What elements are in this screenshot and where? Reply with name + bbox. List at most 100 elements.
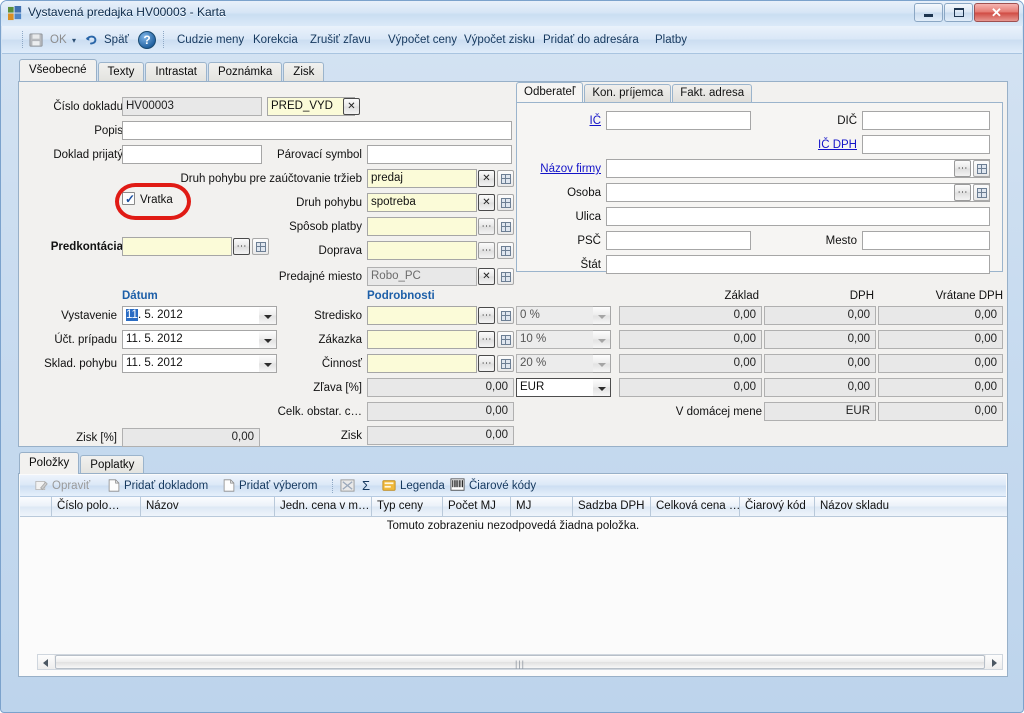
druh-pohybu-trzieb-clear-button[interactable]: ✕ [478,170,495,187]
sposob-platby-field[interactable] [367,217,477,236]
cinnost-ellipsis-button[interactable]: ⋯ [478,355,495,372]
sklad-pohybu-date-field[interactable]: 11. 5. 2012 [122,354,260,373]
back-button[interactable]: Späť [101,30,132,50]
stredisko-lookup-icon[interactable] [497,307,514,324]
uct-pripadu-date-field[interactable]: 11. 5. 2012 [122,330,260,349]
parovaci-symbol-field[interactable] [367,145,512,164]
druh-pohybu-lookup-icon[interactable] [497,194,514,211]
zakazka-ellipsis-button[interactable]: ⋯ [478,331,495,348]
column-header-nazov-skladu[interactable]: Názov skladu [815,497,1007,517]
zakazka-field[interactable] [367,330,477,349]
vat-rate-20-dropdown[interactable] [593,354,611,373]
predkontacia-lookup-icon[interactable] [252,238,269,255]
chevron-down-icon[interactable]: ▾ [72,36,76,45]
popis-field[interactable] [122,121,512,140]
stredisko-ellipsis-button[interactable]: ⋯ [478,307,495,324]
predajne-miesto-clear-button[interactable]: ✕ [478,268,495,285]
scrollbar-thumb[interactable]: ||| [55,655,985,669]
osoba-lookup-icon[interactable] [973,184,990,201]
tab-vseobecne[interactable]: Všeobecné [19,59,97,81]
ok-button[interactable]: OK [47,30,70,50]
osoba-ellipsis-button[interactable]: ⋯ [954,184,971,201]
stat-field[interactable] [606,255,990,274]
vystavenie-date-field[interactable]: 11. 5. 2012 [122,306,260,325]
tab-texty[interactable]: Texty [97,62,145,81]
druh-pohybu-field[interactable]: spotreba [367,193,477,212]
scroll-right-icon[interactable] [986,655,1002,669]
column-header-celkova-cena[interactable]: Celková cena … [651,497,740,517]
column-header-nazov[interactable]: Názov [141,497,275,517]
doprava-ellipsis-button[interactable]: ⋯ [478,242,495,259]
druh-pohybu-clear-button[interactable]: ✕ [478,194,495,211]
tab-poplatky[interactable]: Poplatky [80,455,145,474]
toolbar-cudzie-meny[interactable]: Cudzie meny [174,30,247,50]
zakazka-lookup-icon[interactable] [497,331,514,348]
tab-polozky[interactable]: Položky [19,452,80,474]
toolbar-platby[interactable]: Platby [652,30,690,50]
osoba-field[interactable] [606,183,990,202]
psc-field[interactable] [606,231,751,250]
nazov-firmy-ellipsis-button[interactable]: ⋯ [954,160,971,177]
label-ic[interactable]: IČ [517,114,602,128]
toolbar-vypocet-ceny[interactable]: Výpočet ceny [385,30,460,50]
cislo-dokladu-field[interactable]: HV00003 [122,97,262,116]
nazov-firmy-field[interactable] [606,159,990,178]
ulica-field[interactable] [606,207,990,226]
column-header-jedn-cena[interactable]: Jedn. cena v m… [275,497,372,517]
subtab-fakt-adresa[interactable]: Fakt. adresa [672,84,753,102]
cinnost-field[interactable] [367,354,477,373]
legenda-button[interactable]: Legenda [400,478,445,494]
column-header-ciarovy-kod[interactable]: Čiarový kód [740,497,815,517]
column-header-select[interactable] [20,497,52,517]
column-header-typ-ceny[interactable]: Typ ceny [372,497,443,517]
ciarove-kody-button[interactable]: Čiarové kódy [469,478,536,494]
druh-pohybu-trzieb-field[interactable]: predaj [367,169,477,188]
currency-dropdown-button[interactable] [593,378,611,397]
dic-field[interactable] [862,111,990,130]
pridat-vyberom-button[interactable]: Pridať výberom [239,478,317,494]
grid-horizontal-scrollbar[interactable]: ||| [37,654,1003,670]
column-header-mj[interactable]: MJ [511,497,573,517]
scroll-left-icon[interactable] [38,655,54,669]
ic-dph-field[interactable] [862,135,990,154]
predajne-miesto-field[interactable]: Robo_PC [367,267,477,286]
toolbar-zrusit-zlavu[interactable]: Zrušiť zľavu [307,30,374,50]
druh-pohybu-trzieb-lookup-icon[interactable] [497,170,514,187]
column-header-pocet-mj[interactable]: Počet MJ [443,497,511,517]
predkontacia-field[interactable] [122,237,232,256]
maximize-button[interactable] [944,3,973,22]
export-excel-icon[interactable] [340,478,355,493]
sum-icon[interactable]: Σ [362,478,370,494]
minimize-button[interactable] [914,3,943,22]
toolbar-vypocet-zisku[interactable]: Výpočet zisku [461,30,538,50]
sposob-platby-ellipsis-button[interactable]: ⋯ [478,218,495,235]
subtab-odberatel[interactable]: Odberateľ [516,82,584,102]
close-button[interactable]: ✕ [974,3,1019,22]
tab-intrastat[interactable]: Intrastat [145,62,207,81]
doprava-lookup-icon[interactable] [497,242,514,259]
cinnost-lookup-icon[interactable] [497,355,514,372]
nazov-firmy-lookup-icon[interactable] [973,160,990,177]
pridat-dokladom-button[interactable]: Pridať dokladom [124,478,208,494]
vat-rate-0-dropdown[interactable] [593,306,611,325]
tab-poznamka[interactable]: Poznámka [207,62,283,81]
doc-type-field[interactable]: PRED_VYD [267,97,355,116]
doprava-field[interactable] [367,241,477,260]
label-nazov-firmy[interactable]: Názov firmy [517,162,601,176]
predajne-miesto-lookup-icon[interactable] [497,268,514,285]
stredisko-field[interactable] [367,306,477,325]
subtab-kon-prijemca[interactable]: Kon. príjemca [584,84,672,102]
doc-type-clear-button[interactable]: ✕ [343,98,360,115]
column-header-cislo-polozky[interactable]: Číslo polo… [52,497,141,517]
tab-zisk[interactable]: Zisk [283,62,325,81]
column-header-sadzba-dph[interactable]: Sadzba DPH [573,497,651,517]
ic-field[interactable] [606,111,751,130]
predkontacia-ellipsis-button[interactable]: ⋯ [233,238,250,255]
sposob-platby-lookup-icon[interactable] [497,218,514,235]
opravit-button[interactable]: Opraviť [52,478,90,494]
mesto-field[interactable] [862,231,990,250]
toolbar-pridat-do-adresara[interactable]: Pridať do adresára [540,30,642,50]
vat-rate-10-dropdown[interactable] [593,330,611,349]
label-ic-dph[interactable]: IČ DPH [757,138,857,152]
help-icon[interactable]: ? [138,31,156,49]
